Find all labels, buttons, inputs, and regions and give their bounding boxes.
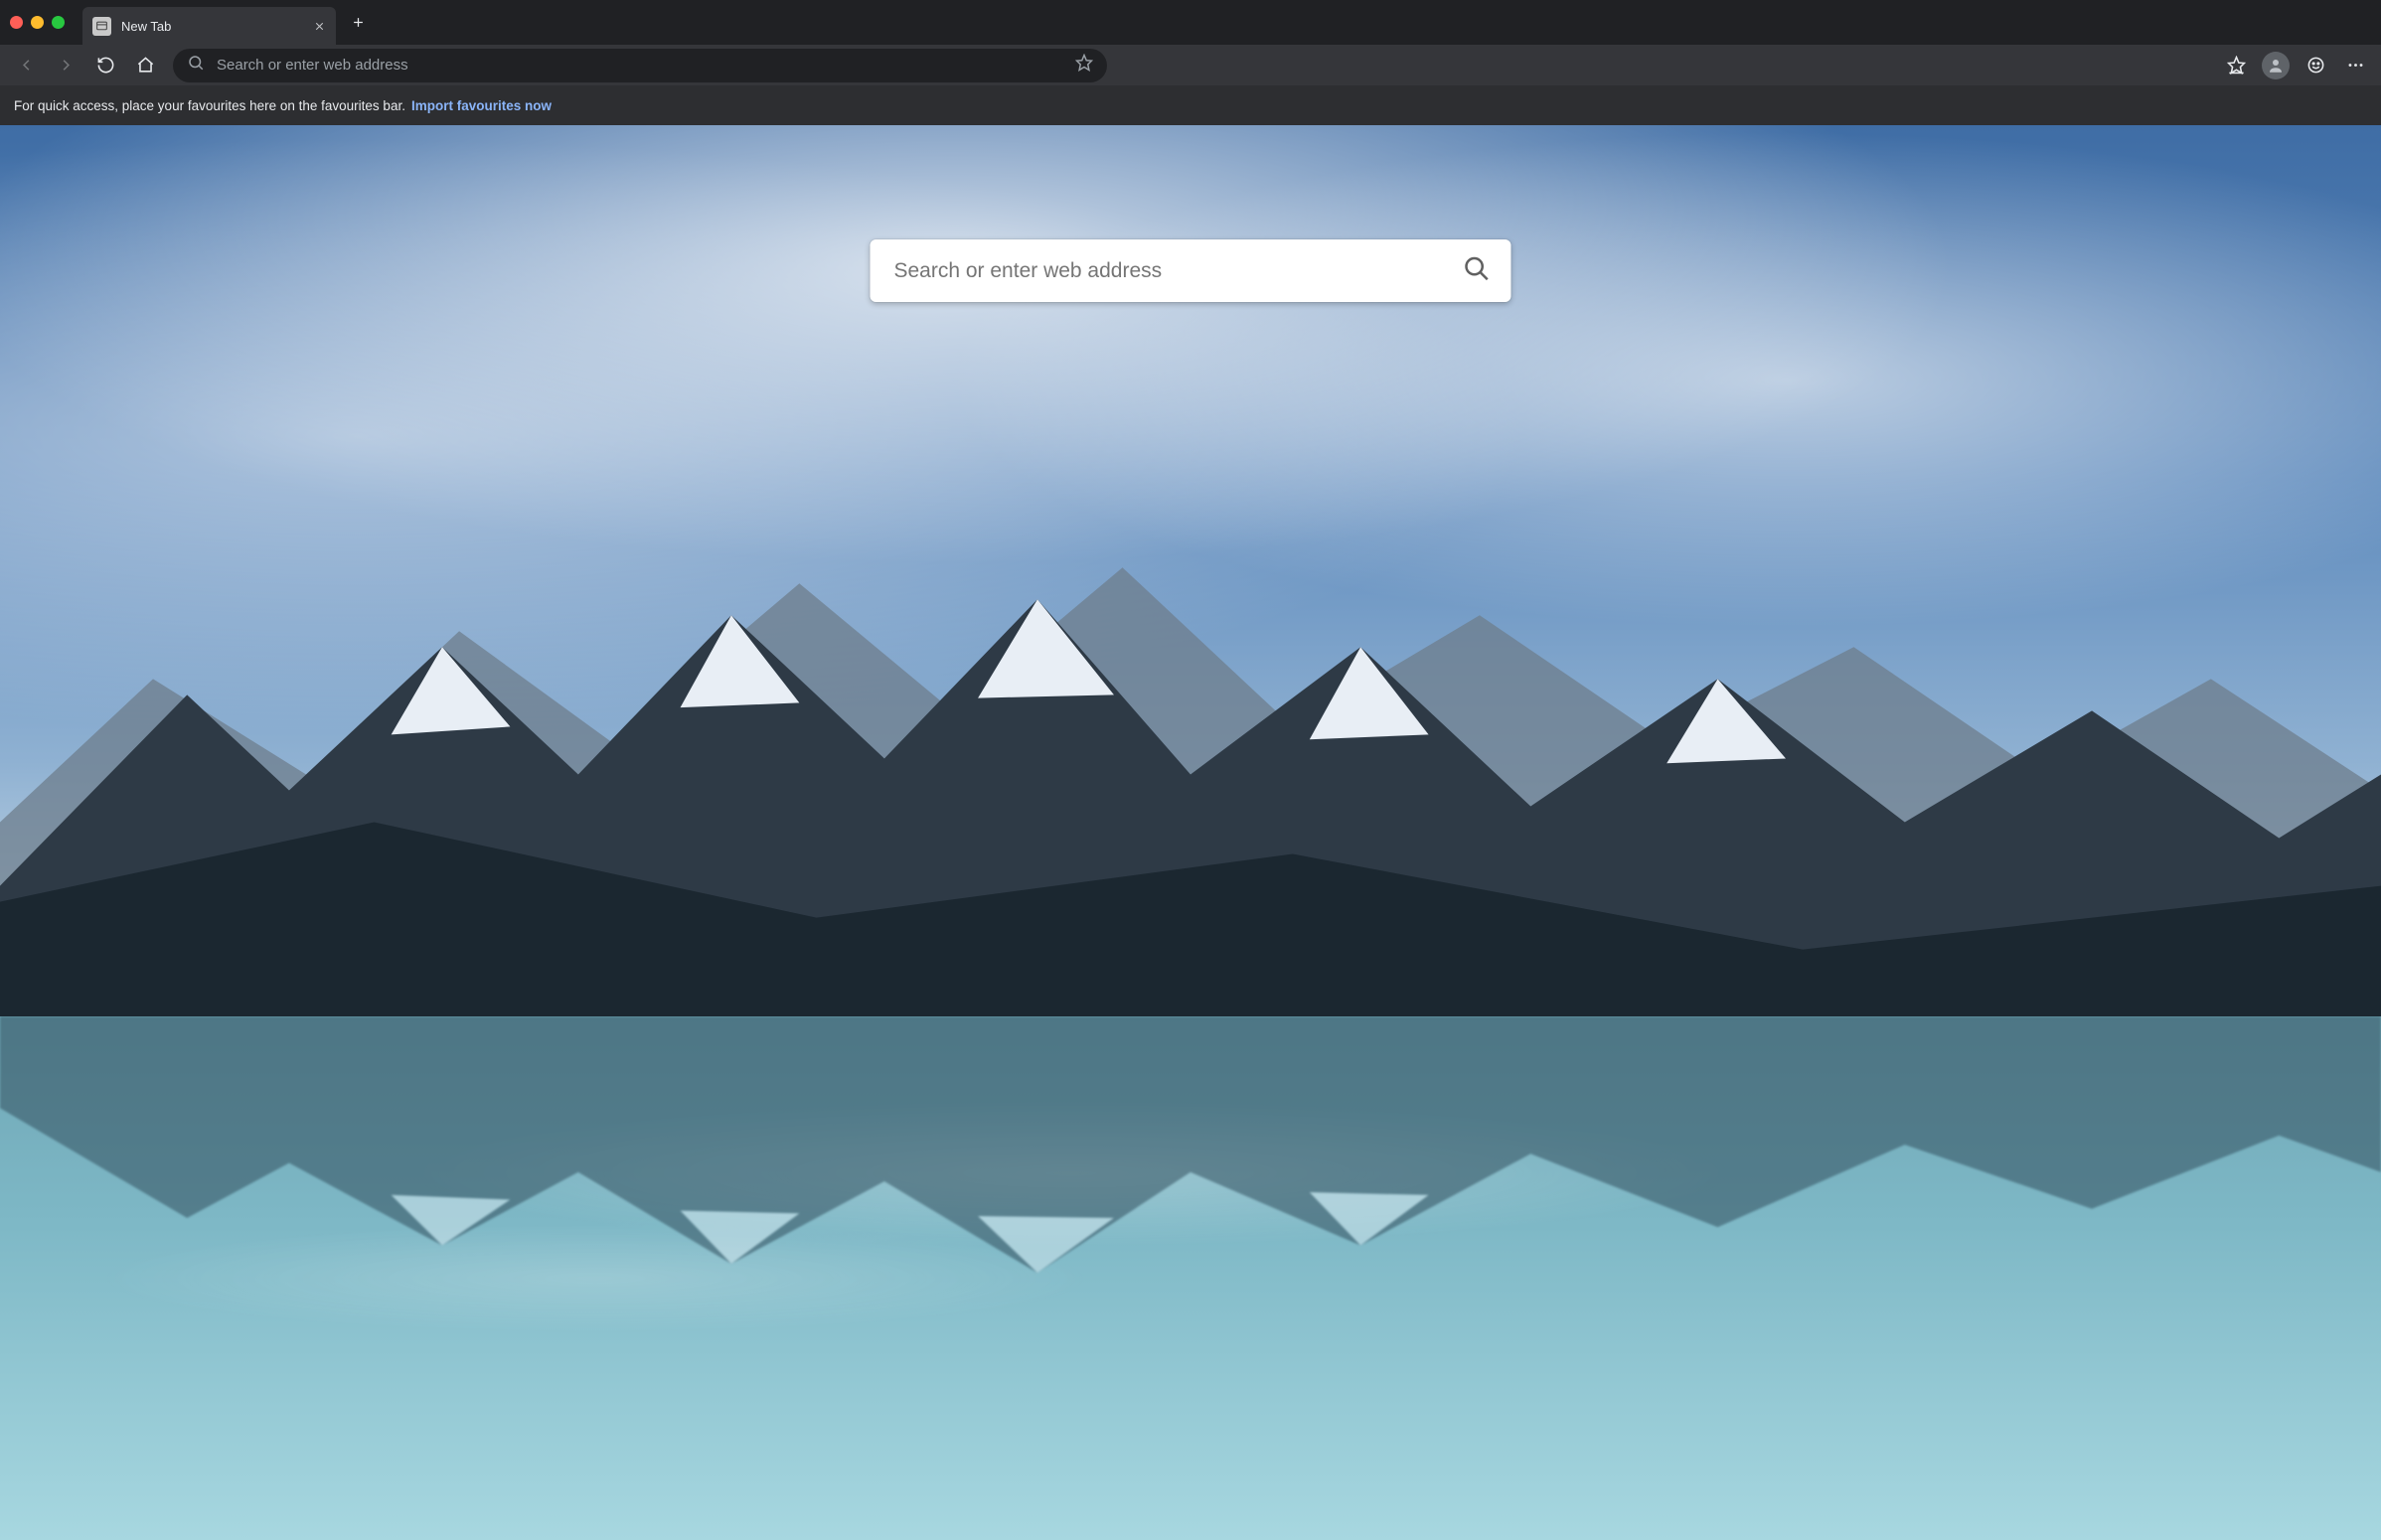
feedback-smiley-button[interactable] (2298, 48, 2333, 83)
avatar-icon (2262, 52, 2290, 79)
window-maximize-button[interactable] (52, 16, 65, 29)
page-search-go-icon[interactable] (1462, 253, 1492, 288)
reload-button[interactable] (87, 48, 123, 83)
search-icon (187, 54, 205, 77)
forward-button[interactable] (48, 48, 83, 83)
tab-title: New Tab (121, 19, 303, 34)
browser-toolbar (0, 45, 2381, 85)
tab-favicon-icon (92, 17, 111, 36)
back-button[interactable] (8, 48, 44, 83)
profile-button[interactable] (2258, 48, 2294, 83)
browser-tab[interactable]: New Tab (82, 7, 336, 45)
home-button[interactable] (127, 48, 163, 83)
traffic-lights (10, 16, 65, 29)
import-favourites-link[interactable]: Import favourites now (411, 98, 552, 113)
page-search-input[interactable] (894, 259, 1462, 283)
new-tab-button[interactable] (344, 9, 372, 37)
favourites-list-button[interactable] (2218, 48, 2254, 83)
new-tab-page (0, 125, 2381, 1540)
favourite-star-button[interactable] (1075, 54, 1093, 77)
background-image (0, 125, 2381, 1540)
address-input[interactable] (217, 57, 1063, 74)
address-bar[interactable] (173, 49, 1107, 82)
more-menu-button[interactable] (2337, 48, 2373, 83)
favourites-info-text: For quick access, place your favourites … (14, 98, 405, 113)
tab-close-button[interactable] (313, 20, 326, 33)
favourites-info-bar: For quick access, place your favourites … (0, 85, 2381, 125)
page-search-box[interactable] (871, 239, 1511, 302)
window-close-button[interactable] (10, 16, 23, 29)
window-minimize-button[interactable] (31, 16, 44, 29)
window-titlebar: New Tab (0, 0, 2381, 45)
